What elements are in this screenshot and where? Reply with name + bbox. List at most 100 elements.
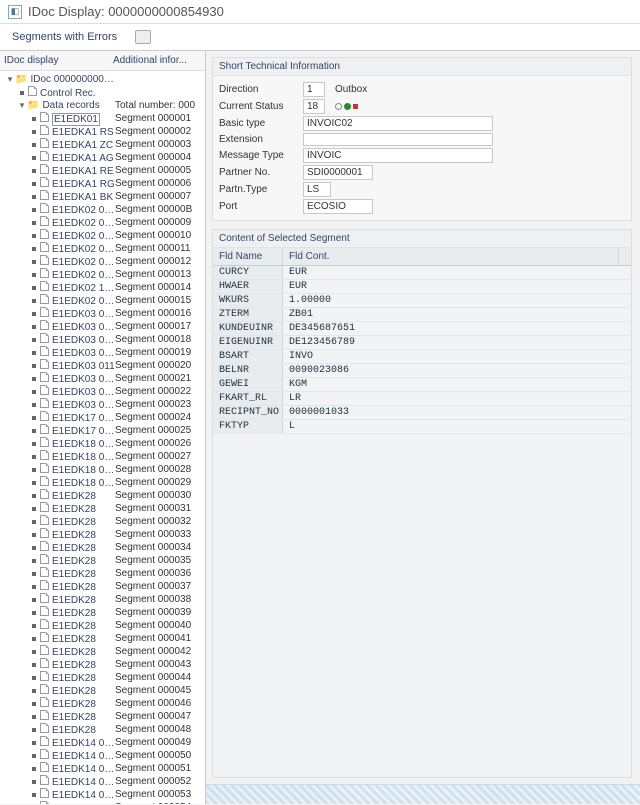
segment-E1EDK14-021[interactable]: E1EDK14 021Segment 000054 bbox=[0, 801, 205, 804]
segments-with-errors-button[interactable]: Segments with Errors bbox=[12, 31, 117, 43]
tree-control-rec[interactable]: Control Rec. bbox=[0, 86, 205, 99]
segment-E1EDK02-107[interactable]: E1EDK02 107Segment 000014 bbox=[0, 281, 205, 294]
direction-label: Direction bbox=[219, 84, 303, 95]
segment-E1EDK03-011[interactable]: E1EDK03 011Segment 000020 bbox=[0, 359, 205, 372]
segment-E1EDK18-002[interactable]: E1EDK18 002Segment 000027 bbox=[0, 450, 205, 463]
field-row-HWAER[interactable]: HWAEREUR bbox=[213, 280, 631, 294]
segment-E1EDK28[interactable]: E1EDK28Segment 000042 bbox=[0, 645, 205, 658]
segment-E1EDK03-026[interactable]: E1EDK03 026Segment 000016 bbox=[0, 307, 205, 320]
tree-body[interactable]: ▾📁IDoc 0000000000854930Control Rec.▾📁Dat… bbox=[0, 71, 205, 804]
segment-E1EDK02-012[interactable]: E1EDK02 012Segment 000011 bbox=[0, 242, 205, 255]
message-type-value: INVOIC bbox=[303, 148, 493, 163]
field-row-BSART[interactable]: BSARTINVO bbox=[213, 350, 631, 364]
basic-type-label: Basic type bbox=[219, 118, 303, 129]
grid-body[interactable]: CURCYEURHWAEREURWKURS1.00000ZTERMZB01KUN… bbox=[213, 266, 631, 777]
segment-E1EDK14-006[interactable]: E1EDK14 006Segment 000051 bbox=[0, 762, 205, 775]
field-row-EIGENUINR[interactable]: EIGENUINRDE123456789 bbox=[213, 336, 631, 350]
partner-no-value: SDI0000001 bbox=[303, 165, 373, 180]
segment-E1EDKA1-ZC[interactable]: E1EDKA1 ZCSegment 000003 bbox=[0, 138, 205, 151]
tree-header-col2: Additional infor... bbox=[113, 55, 201, 66]
segment-E1EDK14-003[interactable]: E1EDK14 003Segment 000053 bbox=[0, 788, 205, 801]
grid-col-fldname[interactable]: Fld Name bbox=[213, 248, 283, 265]
segment-E1EDK03-012[interactable]: E1EDK03 012Segment 000019 bbox=[0, 346, 205, 359]
segment-E1EDK28[interactable]: E1EDK28Segment 000032 bbox=[0, 515, 205, 528]
port-value: ECOSIO bbox=[303, 199, 373, 214]
segment-E1EDK14-008[interactable]: E1EDK14 008Segment 000049 bbox=[0, 736, 205, 749]
segment-E1EDK28[interactable]: E1EDK28Segment 000039 bbox=[0, 606, 205, 619]
segment-E1EDK02-009[interactable]: E1EDK02 009Segment 00000B bbox=[0, 203, 205, 216]
segment-E1EDK17-002[interactable]: E1EDK17 002Segment 000025 bbox=[0, 424, 205, 437]
segment-E1EDK28[interactable]: E1EDK28Segment 000047 bbox=[0, 710, 205, 723]
segment-E1EDK01[interactable]: E1EDK01Segment 000001 bbox=[0, 112, 205, 125]
status-bar-hatch bbox=[206, 784, 640, 804]
direction-value: 1 bbox=[303, 82, 325, 97]
segment-E1EDKA1-BK[interactable]: E1EDKA1 BKSegment 000007 bbox=[0, 190, 205, 203]
segment-E1EDK02-017[interactable]: E1EDK02 017Segment 000012 bbox=[0, 255, 205, 268]
basic-type-value: INVOIC02 bbox=[303, 116, 493, 131]
segment-E1EDK28[interactable]: E1EDK28Segment 000043 bbox=[0, 658, 205, 671]
segment-E1EDK02-064[interactable]: E1EDK02 064Segment 000015 bbox=[0, 294, 205, 307]
extension-value bbox=[303, 133, 493, 146]
field-row-RECIPNT_NO[interactable]: RECIPNT_NO0000001033 bbox=[213, 406, 631, 420]
segment-E1EDK28[interactable]: E1EDK28Segment 000035 bbox=[0, 554, 205, 567]
tech-info-header: Short Technical Information bbox=[213, 58, 631, 76]
segment-E1EDK14-015[interactable]: E1EDK14 015Segment 000052 bbox=[0, 775, 205, 788]
status-value: 18 bbox=[303, 99, 325, 114]
status-label: Current Status bbox=[219, 101, 303, 112]
field-row-FKTYP[interactable]: FKTYPL bbox=[213, 420, 631, 434]
segment-E1EDKA1-RE[interactable]: E1EDKA1 RESegment 000005 bbox=[0, 164, 205, 177]
segment-E1EDK03-028[interactable]: E1EDK03 028Segment 000022 bbox=[0, 385, 205, 398]
segment-E1EDK28[interactable]: E1EDK28Segment 000044 bbox=[0, 671, 205, 684]
segment-E1EDK03-024[interactable]: E1EDK03 024Segment 000021 bbox=[0, 372, 205, 385]
tree-header: IDoc display Additional infor... bbox=[0, 51, 205, 71]
segment-E1EDK28[interactable]: E1EDK28Segment 000031 bbox=[0, 502, 205, 515]
segment-E1EDK28[interactable]: E1EDK28Segment 000030 bbox=[0, 489, 205, 502]
segment-E1EDKA1-AG[interactable]: E1EDKA1 AGSegment 000004 bbox=[0, 151, 205, 164]
segment-E1EDK28[interactable]: E1EDK28Segment 000048 bbox=[0, 723, 205, 736]
field-row-KUNDEUINR[interactable]: KUNDEUINRDE345687651 bbox=[213, 322, 631, 336]
segment-E1EDK28[interactable]: E1EDK28Segment 000034 bbox=[0, 541, 205, 554]
tech-info-panel: Short Technical Information Direction1Ou… bbox=[212, 57, 632, 221]
segment-E1EDK28[interactable]: E1EDK28Segment 000038 bbox=[0, 593, 205, 606]
segment-E1EDK28[interactable]: E1EDK28Segment 000033 bbox=[0, 528, 205, 541]
segment-E1EDK28[interactable]: E1EDK28Segment 000040 bbox=[0, 619, 205, 632]
tree-data-records[interactable]: ▾📁Data recordsTotal number: 000 bbox=[0, 99, 205, 112]
segment-E1EDK03-048[interactable]: E1EDK03 048Segment 000023 bbox=[0, 398, 205, 411]
segment-E1EDK18-005[interactable]: E1EDK18 005Segment 000029 bbox=[0, 476, 205, 489]
segment-E1EDK18-003[interactable]: E1EDK18 003Segment 000028 bbox=[0, 463, 205, 476]
segment-E1EDK02-001[interactable]: E1EDK02 001Segment 000009 bbox=[0, 216, 205, 229]
window-titlebar: ◧ IDoc Display: 0000000000854930 bbox=[0, 0, 640, 24]
segment-E1EDKA1-RS[interactable]: E1EDKA1 RSSegment 000002 bbox=[0, 125, 205, 138]
segment-E1EDK02-087[interactable]: E1EDK02 087Segment 000013 bbox=[0, 268, 205, 281]
segment-E1EDK28[interactable]: E1EDK28Segment 000045 bbox=[0, 684, 205, 697]
grid-col-fldcont[interactable]: Fld Cont. bbox=[283, 248, 619, 265]
partn-type-label: Partn.Type bbox=[219, 184, 303, 195]
partner-no-label: Partner No. bbox=[219, 167, 303, 178]
field-row-ZTERM[interactable]: ZTERMZB01 bbox=[213, 308, 631, 322]
extension-label: Extension bbox=[219, 134, 303, 145]
segment-E1EDK03-001[interactable]: E1EDK03 001Segment 000017 bbox=[0, 320, 205, 333]
segment-E1EDK03-022[interactable]: E1EDK03 022Segment 000018 bbox=[0, 333, 205, 346]
segment-E1EDK02-002[interactable]: E1EDK02 002Segment 000010 bbox=[0, 229, 205, 242]
segment-E1EDK17-001[interactable]: E1EDK17 001Segment 000024 bbox=[0, 411, 205, 424]
layout-icon-button[interactable] bbox=[135, 30, 151, 44]
segment-content-header: Content of Selected Segment bbox=[213, 230, 631, 248]
segment-E1EDKA1-RG[interactable]: E1EDKA1 RGSegment 000006 bbox=[0, 177, 205, 190]
field-row-WKURS[interactable]: WKURS1.00000 bbox=[213, 294, 631, 308]
toolbar: Segments with Errors bbox=[0, 24, 640, 51]
partn-type-value: LS bbox=[303, 182, 331, 197]
message-type-label: Message Type bbox=[219, 150, 303, 161]
field-row-GEWEI[interactable]: GEWEIKGM bbox=[213, 378, 631, 392]
grid-scroll-spacer bbox=[619, 248, 631, 265]
field-row-CURCY[interactable]: CURCYEUR bbox=[213, 266, 631, 280]
segment-E1EDK18-001[interactable]: E1EDK18 001Segment 000026 bbox=[0, 437, 205, 450]
segment-E1EDK28[interactable]: E1EDK28Segment 000036 bbox=[0, 567, 205, 580]
tree-root[interactable]: ▾📁IDoc 0000000000854930 bbox=[0, 73, 205, 86]
segment-E1EDK28[interactable]: E1EDK28Segment 000037 bbox=[0, 580, 205, 593]
segment-content-panel: Content of Selected Segment Fld Name Fld… bbox=[212, 229, 632, 778]
field-row-BELNR[interactable]: BELNR0090023086 bbox=[213, 364, 631, 378]
segment-E1EDK28[interactable]: E1EDK28Segment 000041 bbox=[0, 632, 205, 645]
segment-E1EDK28[interactable]: E1EDK28Segment 000046 bbox=[0, 697, 205, 710]
segment-E1EDK14-007[interactable]: E1EDK14 007Segment 000050 bbox=[0, 749, 205, 762]
field-row-FKART_RL[interactable]: FKART_RLLR bbox=[213, 392, 631, 406]
